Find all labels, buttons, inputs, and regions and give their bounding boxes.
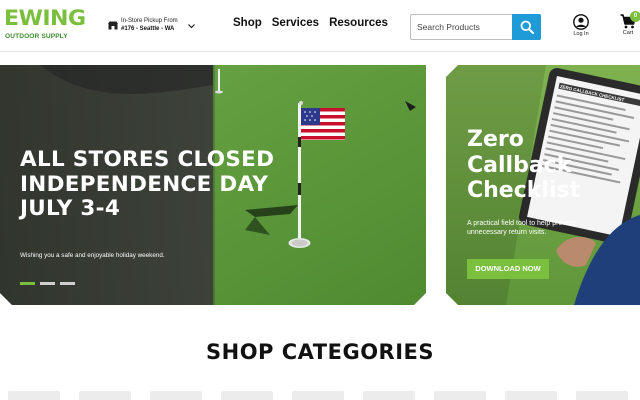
carousel-dot-1[interactable] [20, 282, 35, 285]
american-flag [301, 108, 345, 140]
carousel-dots [20, 282, 75, 285]
login-label: Log In [573, 31, 589, 37]
chevron-down-icon [188, 24, 195, 29]
hero-title: ALL STORES CLOSED INDEPENDENCE DAY JULY … [20, 147, 275, 221]
ewing-logo[interactable]: EWING OUTDOOR SUPPLY [4, 4, 86, 44]
category-tile[interactable] [434, 391, 486, 400]
carousel-dot-3[interactable] [60, 282, 75, 285]
site-header: EWING OUTDOOR SUPPLY In-Store Pickup Fro… [0, 0, 640, 52]
logo-wordmark: EWING [4, 6, 86, 30]
login-button[interactable]: Log In [570, 14, 592, 40]
cart-button[interactable]: Cart 0 [617, 11, 640, 40]
nav-shop[interactable]: Shop [233, 17, 262, 35]
category-tile[interactable] [8, 391, 60, 400]
download-now-button[interactable]: DOWNLOAD NOW [467, 259, 549, 279]
store-selector[interactable]: In-Store Pickup From #176 - Seattle - WA [108, 17, 198, 37]
category-tile[interactable] [576, 391, 628, 400]
promo-title: Zero Callback Checklist [467, 127, 581, 203]
search-input[interactable] [411, 15, 513, 39]
logo-tagline: OUTDOOR SUPPLY [5, 33, 68, 40]
category-tile[interactable] [292, 391, 344, 400]
search-icon [520, 20, 534, 34]
search-bar [410, 14, 541, 40]
category-tile[interactable] [221, 391, 273, 400]
nav-resources[interactable]: Resources [329, 17, 388, 35]
promo-description: A practical field tool to help prevent u… [467, 220, 576, 236]
user-icon [573, 14, 589, 30]
hero-subtitle: Wishing you a safe and enjoyable holiday… [20, 252, 165, 259]
store-icon [108, 21, 118, 30]
category-tile[interactable] [79, 391, 131, 400]
search-button[interactable] [512, 14, 541, 40]
category-tile[interactable] [363, 391, 415, 400]
promo-banner[interactable]: ZERO CALLBACK CHECKLIST Zero Callback Ch… [446, 65, 640, 305]
cart-label: Cart [622, 30, 634, 36]
carousel-dot-2[interactable] [40, 282, 55, 285]
category-tile[interactable] [505, 391, 557, 400]
store-pickup-label: In-Store Pickup From [121, 18, 178, 24]
cart-count-badge: 0 [630, 11, 640, 22]
hero-banner[interactable]: ALL STORES CLOSED INDEPENDENCE DAY JULY … [0, 65, 426, 305]
nav-services[interactable]: Services [272, 17, 319, 35]
shop-categories-heading: SHOP CATEGORIES [206, 340, 434, 364]
category-tiles [0, 391, 640, 400]
main-nav: Shop Services Resources [233, 17, 388, 35]
category-tile[interactable] [150, 391, 202, 400]
store-location: #176 - Seattle - WA [121, 26, 175, 32]
